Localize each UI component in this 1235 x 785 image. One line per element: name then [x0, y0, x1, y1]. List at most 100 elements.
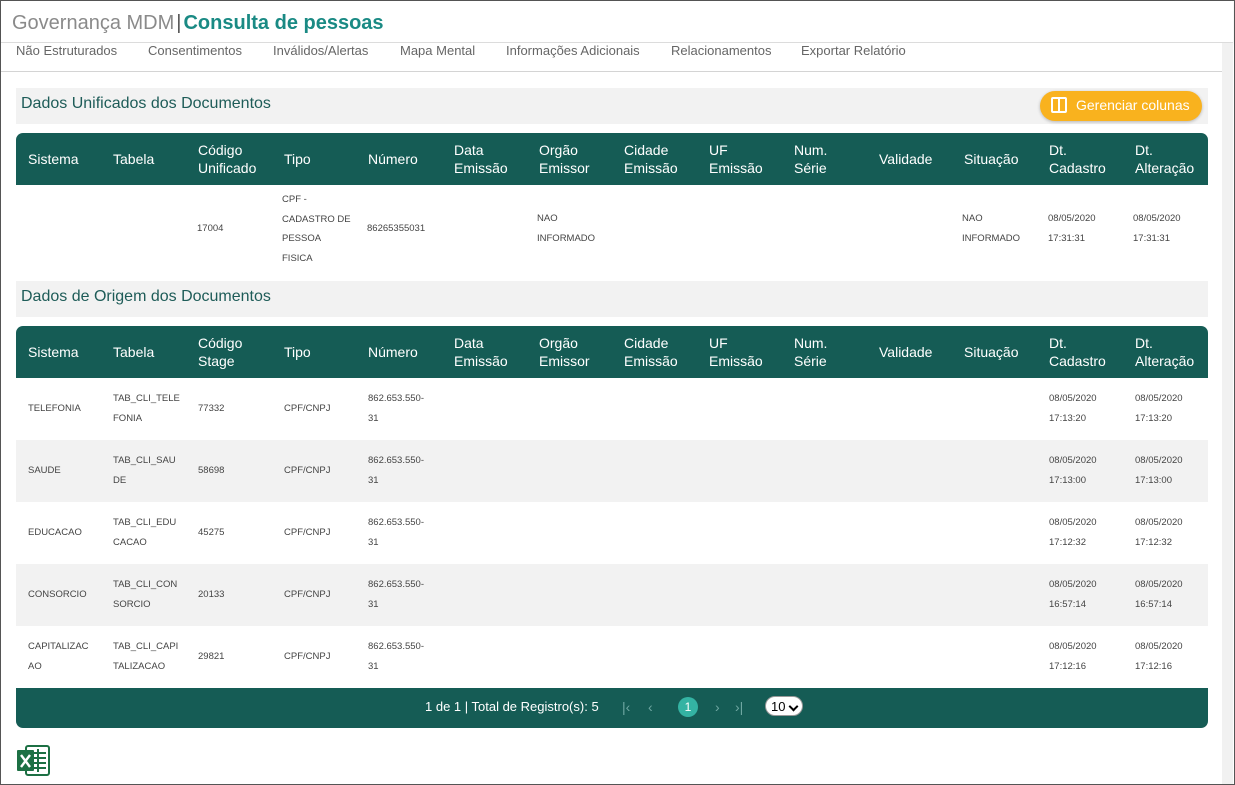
table-cell: 29821 — [198, 651, 225, 662]
column-header[interactable]: Número — [368, 326, 418, 378]
column-header[interactable]: Dt. Alteração — [1135, 133, 1194, 185]
table-row[interactable]: CONSORCIO TAB_CLI_CON SORCIO 20133 CPF/C… — [16, 564, 1208, 626]
excel-export-icon[interactable] — [16, 745, 50, 776]
column-header[interactable]: Validade — [879, 326, 932, 378]
column-header[interactable]: UF Emissão — [709, 326, 763, 378]
column-header[interactable]: Sistema — [28, 133, 79, 185]
table-cell: CAPITALIZAC AO — [28, 641, 89, 672]
column-header[interactable]: Cidade Emissão — [624, 326, 678, 378]
table-cell: 77332 — [198, 403, 225, 414]
table-cell: 862.653.550- 31 — [368, 641, 424, 672]
columns-icon — [1051, 97, 1067, 113]
table-cell: 08/05/2020 17:13:00 — [1049, 455, 1097, 486]
table-cell: 08/05/2020 17:31:31 — [1048, 213, 1096, 244]
column-header[interactable]: Tabela — [113, 133, 154, 185]
table-cell: 862.653.550- 31 — [368, 579, 424, 610]
table-cell: 08/05/2020 17:12:16 — [1135, 641, 1183, 672]
unified-section-title: Dados Unificados dos Documentos — [21, 95, 271, 112]
table-row[interactable]: TELEFONIA TAB_CLI_TELE FONIA 77332 CPF/C… — [16, 378, 1208, 440]
first-page-icon[interactable]: |‹ — [622, 698, 630, 716]
app-name: Governança MDM — [12, 12, 175, 34]
table-cell: 08/05/2020 17:13:20 — [1135, 393, 1183, 424]
table-row[interactable]: 17004 CPF - CADASTRO DE PESSOA FISICA 86… — [16, 185, 1208, 281]
column-header[interactable]: Orgão Emissor — [539, 133, 590, 185]
table-cell: 08/05/2020 17:12:32 — [1135, 517, 1183, 548]
origin-section-header: Dados de Origem dos Documentos — [16, 281, 1208, 317]
nav-relacionamentos[interactable]: Relacionamentos — [671, 43, 771, 59]
column-header[interactable]: Num. Série — [794, 326, 827, 378]
table-cell: CPF/CNPJ — [284, 651, 331, 662]
table-cell: 08/05/2020 17:12:16 — [1049, 641, 1097, 672]
nav-exportar-relatorio[interactable]: Exportar Relatório — [801, 43, 906, 59]
table-cell: TAB_CLI_TELE FONIA — [113, 393, 180, 424]
table-cell: CPF - CADASTRO DE PESSOA FISICA — [282, 194, 351, 264]
nav-consentimentos[interactable]: Consentimentos — [148, 43, 242, 59]
table-cell: TAB_CLI_SAU DE — [113, 455, 176, 486]
column-header[interactable]: Número — [368, 133, 418, 185]
table-cell: 20133 — [198, 589, 225, 600]
table-row[interactable]: EDUCACAO TAB_CLI_EDU CACAO 45275 CPF/CNP… — [16, 502, 1208, 564]
column-header[interactable]: UF Emissão — [709, 133, 763, 185]
table-cell: 08/05/2020 17:13:20 — [1049, 393, 1097, 424]
table-cell: 08/05/2020 17:13:00 — [1135, 455, 1183, 486]
table-cell: 08/05/2020 16:57:14 — [1135, 579, 1183, 610]
table-row[interactable]: CAPITALIZAC AO TAB_CLI_CAPI TALIZACAO 29… — [16, 626, 1208, 688]
last-page-icon[interactable]: ›| — [735, 698, 743, 716]
column-header[interactable]: Dt. Alteração — [1135, 326, 1194, 378]
table-cell: SAUDE — [28, 465, 61, 476]
column-header[interactable]: Num. Série — [794, 133, 827, 185]
table-cell: CPF/CNPJ — [284, 527, 331, 538]
table-cell: 08/05/2020 17:31:31 — [1133, 213, 1181, 244]
table-cell: NAO INFORMADO — [962, 213, 1021, 244]
table-cell: TAB_CLI_CAPI TALIZACAO — [113, 641, 179, 672]
table-cell: TELEFONIA — [28, 403, 81, 414]
unified-section-header: Dados Unificados dos Documentos — [16, 88, 1208, 124]
next-page-icon[interactable]: › — [715, 698, 720, 716]
pagination-info: 1 de 1 | Total de Registro(s): 5 — [425, 699, 599, 714]
page-number-current[interactable]: 1 — [678, 697, 698, 717]
nav-nao-estruturados[interactable]: Não Estruturados — [16, 43, 117, 59]
column-header[interactable]: Sistema — [28, 326, 79, 378]
column-header[interactable]: Dt. Cadastro — [1049, 133, 1106, 185]
column-header[interactable]: Cidade Emissão — [624, 133, 678, 185]
chevron-down-icon — [788, 701, 799, 712]
column-header[interactable]: Código Stage — [198, 326, 242, 378]
table-cell: NAO INFORMADO — [537, 213, 596, 244]
column-header[interactable]: Orgão Emissor — [539, 326, 590, 378]
column-header[interactable]: Tipo — [284, 133, 311, 185]
column-header[interactable]: Tabela — [113, 326, 154, 378]
table-cell: 08/05/2020 16:57:14 — [1049, 579, 1097, 610]
column-header[interactable]: Data Emissão — [454, 133, 508, 185]
column-header[interactable]: Data Emissão — [454, 326, 508, 378]
column-header[interactable]: Dt. Cadastro — [1049, 326, 1106, 378]
column-header[interactable]: Código Unificado — [198, 133, 256, 185]
column-header[interactable]: Situação — [964, 326, 1018, 378]
nav-mapa-mental[interactable]: Mapa Mental — [400, 43, 475, 59]
table-cell: 08/05/2020 17:12:32 — [1049, 517, 1097, 548]
page-title: Consulta de pessoas — [183, 12, 384, 34]
origin-section-title: Dados de Origem dos Documentos — [21, 288, 271, 305]
top-header: Governança MDM | Consulta de pessoas — [1, 1, 1233, 43]
table-cell: 45275 — [198, 527, 225, 538]
column-header[interactable]: Validade — [879, 133, 932, 185]
column-header[interactable]: Situação — [964, 133, 1018, 185]
column-header[interactable]: Tipo — [284, 326, 311, 378]
table-cell: 862.653.550- 31 — [368, 393, 424, 424]
page-size-select[interactable]: 10 — [765, 696, 803, 716]
table-cell: 58698 — [198, 465, 225, 476]
table-row[interactable]: SAUDE TAB_CLI_SAU DE 58698 CPF/CNPJ 862.… — [16, 440, 1208, 502]
pagination-bar: 1 de 1 | Total de Registro(s): 5 |‹ ‹ 1 … — [16, 688, 1208, 728]
page-size-value: 10 — [771, 699, 786, 714]
table-cell: TAB_CLI_EDU CACAO — [113, 517, 177, 548]
previous-page-icon[interactable]: ‹ — [648, 698, 653, 716]
nav-invalidos-alertas[interactable]: Inválidos/Alertas — [273, 43, 368, 59]
table-cell: CPF/CNPJ — [284, 589, 331, 600]
nav-informacoes-adicionais[interactable]: Informações Adicionais — [506, 43, 640, 59]
brand-title: Governança MDM | Consulta de pessoas — [12, 11, 384, 35]
table-cell: CPF/CNPJ — [284, 465, 331, 476]
manage-columns-button[interactable]: Gerenciar colunas — [1040, 91, 1202, 121]
scrollbar-track[interactable] — [1222, 43, 1233, 784]
table-cell: 862.653.550- 31 — [368, 455, 424, 486]
table-cell: 86265355031 — [367, 223, 426, 234]
table-cell: EDUCACAO — [28, 527, 82, 538]
